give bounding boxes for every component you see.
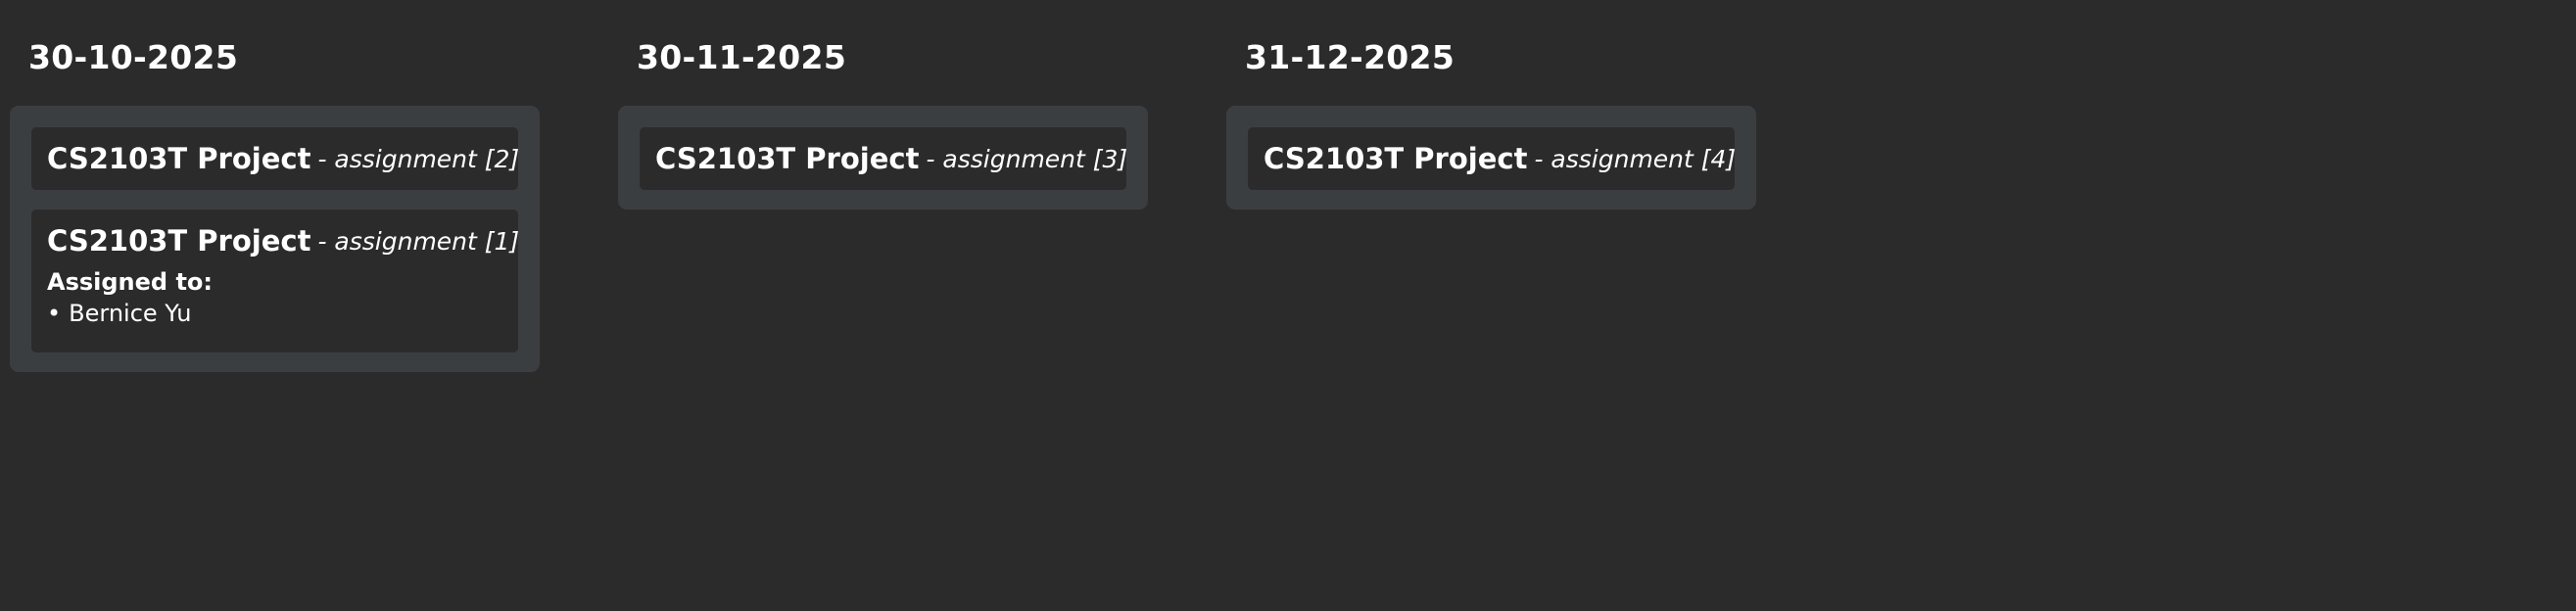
date-heading: 30-10-2025: [28, 38, 239, 76]
project-name: CS2103T Project: [1264, 142, 1528, 175]
date-group-panel: CS2103T Project - assignment [4]: [1226, 106, 1756, 210]
date-group-panel: CS2103T Project - assignment [2] CS2103T…: [10, 106, 540, 372]
date-group-panel: CS2103T Project - assignment [3]: [618, 106, 1148, 210]
card-title-row: CS2103T Project - assignment [1]: [47, 210, 519, 272]
assignment-card[interactable]: CS2103T Project - assignment [4]: [1248, 127, 1736, 190]
assignment-card[interactable]: CS2103T Project - assignment [1] Assigne…: [31, 210, 519, 352]
card-title-row: CS2103T Project - assignment [4]: [1264, 127, 1736, 190]
assigned-to-label: Assigned to:: [47, 268, 214, 296]
bullet-icon: •: [47, 300, 62, 327]
assignment-label: - assignment [1]: [317, 226, 520, 256]
project-name: CS2103T Project: [655, 142, 920, 175]
assignee-block: Assigned to: • Bernice Yu: [47, 266, 502, 352]
deadline-board: 30-10-2025 CS2103T Project - assignment …: [0, 0, 2576, 611]
assignment-label: - assignment [3]: [926, 144, 1128, 173]
assignment-label: - assignment [4]: [1534, 144, 1737, 173]
date-heading: 31-12-2025: [1245, 38, 1455, 76]
date-heading: 30-11-2025: [637, 38, 847, 76]
assignee-name: Bernice Yu: [69, 300, 192, 327]
project-name: CS2103T Project: [47, 224, 311, 258]
assignment-card[interactable]: CS2103T Project - assignment [2]: [31, 127, 519, 190]
project-name: CS2103T Project: [47, 142, 311, 175]
assignment-label: - assignment [2]: [317, 144, 520, 173]
card-title-row: CS2103T Project - assignment [2]: [47, 127, 519, 190]
assignee-list-item: • Bernice Yu: [47, 298, 502, 329]
assignment-card[interactable]: CS2103T Project - assignment [3]: [640, 127, 1127, 190]
card-title-row: CS2103T Project - assignment [3]: [655, 127, 1127, 190]
